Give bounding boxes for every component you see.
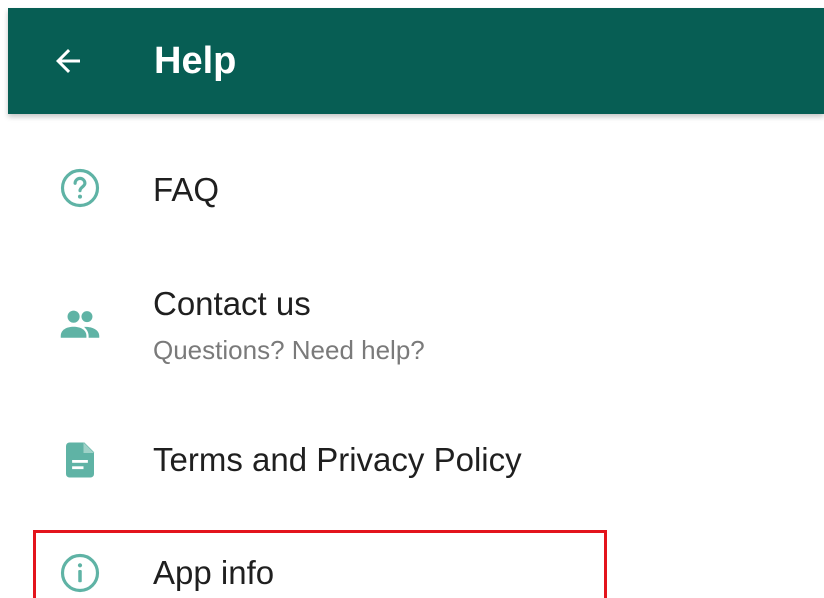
menu-item-terms-privacy[interactable]: Terms and Privacy Policy <box>8 410 824 510</box>
help-screen: Help FAQ Contact us Questions? Need help… <box>0 0 824 598</box>
menu-item-contact-us[interactable]: Contact us Questions? Need help? <box>8 270 824 390</box>
menu-item-label: Terms and Privacy Policy <box>153 441 522 478</box>
app-bar: Help <box>8 8 824 114</box>
menu-item-faq[interactable]: FAQ <box>8 140 824 240</box>
menu-item-subtitle: Questions? Need help? <box>153 335 425 365</box>
menu-item-label: Contact us <box>153 285 311 322</box>
info-icon <box>58 551 102 595</box>
menu-item-label: FAQ <box>153 171 220 208</box>
document-icon <box>58 438 102 482</box>
people-icon <box>58 302 102 346</box>
back-button[interactable] <box>44 37 92 85</box>
menu-item-app-info[interactable]: App info <box>8 540 824 598</box>
help-circle-icon <box>58 166 102 210</box>
menu-item-label: App info <box>153 554 275 591</box>
page-title: Help <box>154 40 237 82</box>
arrow-back-icon <box>56 49 80 73</box>
